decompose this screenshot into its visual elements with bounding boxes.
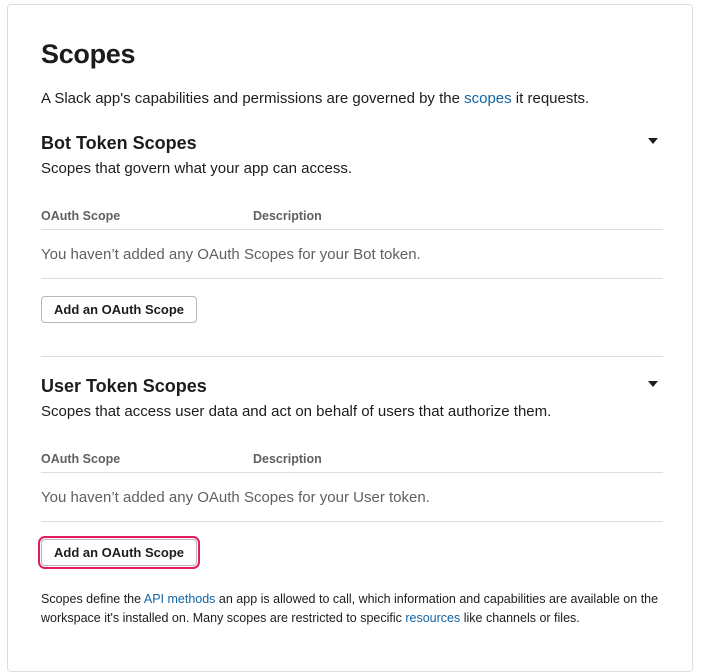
footer-text-1: Scopes define the [41,592,144,606]
bot-table-bottom-divider [41,278,663,279]
scopes-footer-note: Scopes define the API methods an app is … [41,590,663,628]
scopes-card: Scopes A Slack app's capabilities and pe… [7,4,693,672]
intro-text-before: A Slack app's capabilities and permissio… [41,90,465,107]
bot-col-oauth-scope: OAuth Scope [41,209,121,223]
bot-section-description: Scopes that govern what your app can acc… [41,160,353,177]
scopes-link[interactable]: scopes [464,90,512,107]
bot-empty-state: You haven’t added any OAuth Scopes for y… [41,246,421,263]
footer-text-3: like channels or files. [460,611,580,625]
caret-down-icon[interactable] [648,381,658,387]
resources-link[interactable]: resources [405,611,460,625]
user-table-header-divider [41,472,663,473]
bot-add-oauth-scope-button[interactable]: Add an OAuth Scope [41,296,197,323]
bot-section-title: Bot Token Scopes [41,133,197,153]
api-methods-link[interactable]: API methods [144,592,216,606]
intro-text-after: it requests. [511,90,590,107]
user-col-oauth-scope: OAuth Scope [41,452,121,466]
section-divider [41,356,663,357]
bot-col-description: Description [253,209,322,223]
user-add-oauth-scope-button[interactable]: Add an OAuth Scope [38,536,200,569]
user-section-description: Scopes that access user data and act on … [41,403,552,420]
user-section-title: User Token Scopes [41,376,207,396]
caret-down-icon[interactable] [648,138,658,144]
user-empty-state: You haven’t added any OAuth Scopes for y… [41,489,430,506]
bot-table-header-divider [41,229,663,230]
scopes-intro: A Slack app's capabilities and permissio… [41,89,589,109]
page-title: Scopes [41,39,136,69]
user-table-bottom-divider [41,521,663,522]
user-col-description: Description [253,452,322,466]
